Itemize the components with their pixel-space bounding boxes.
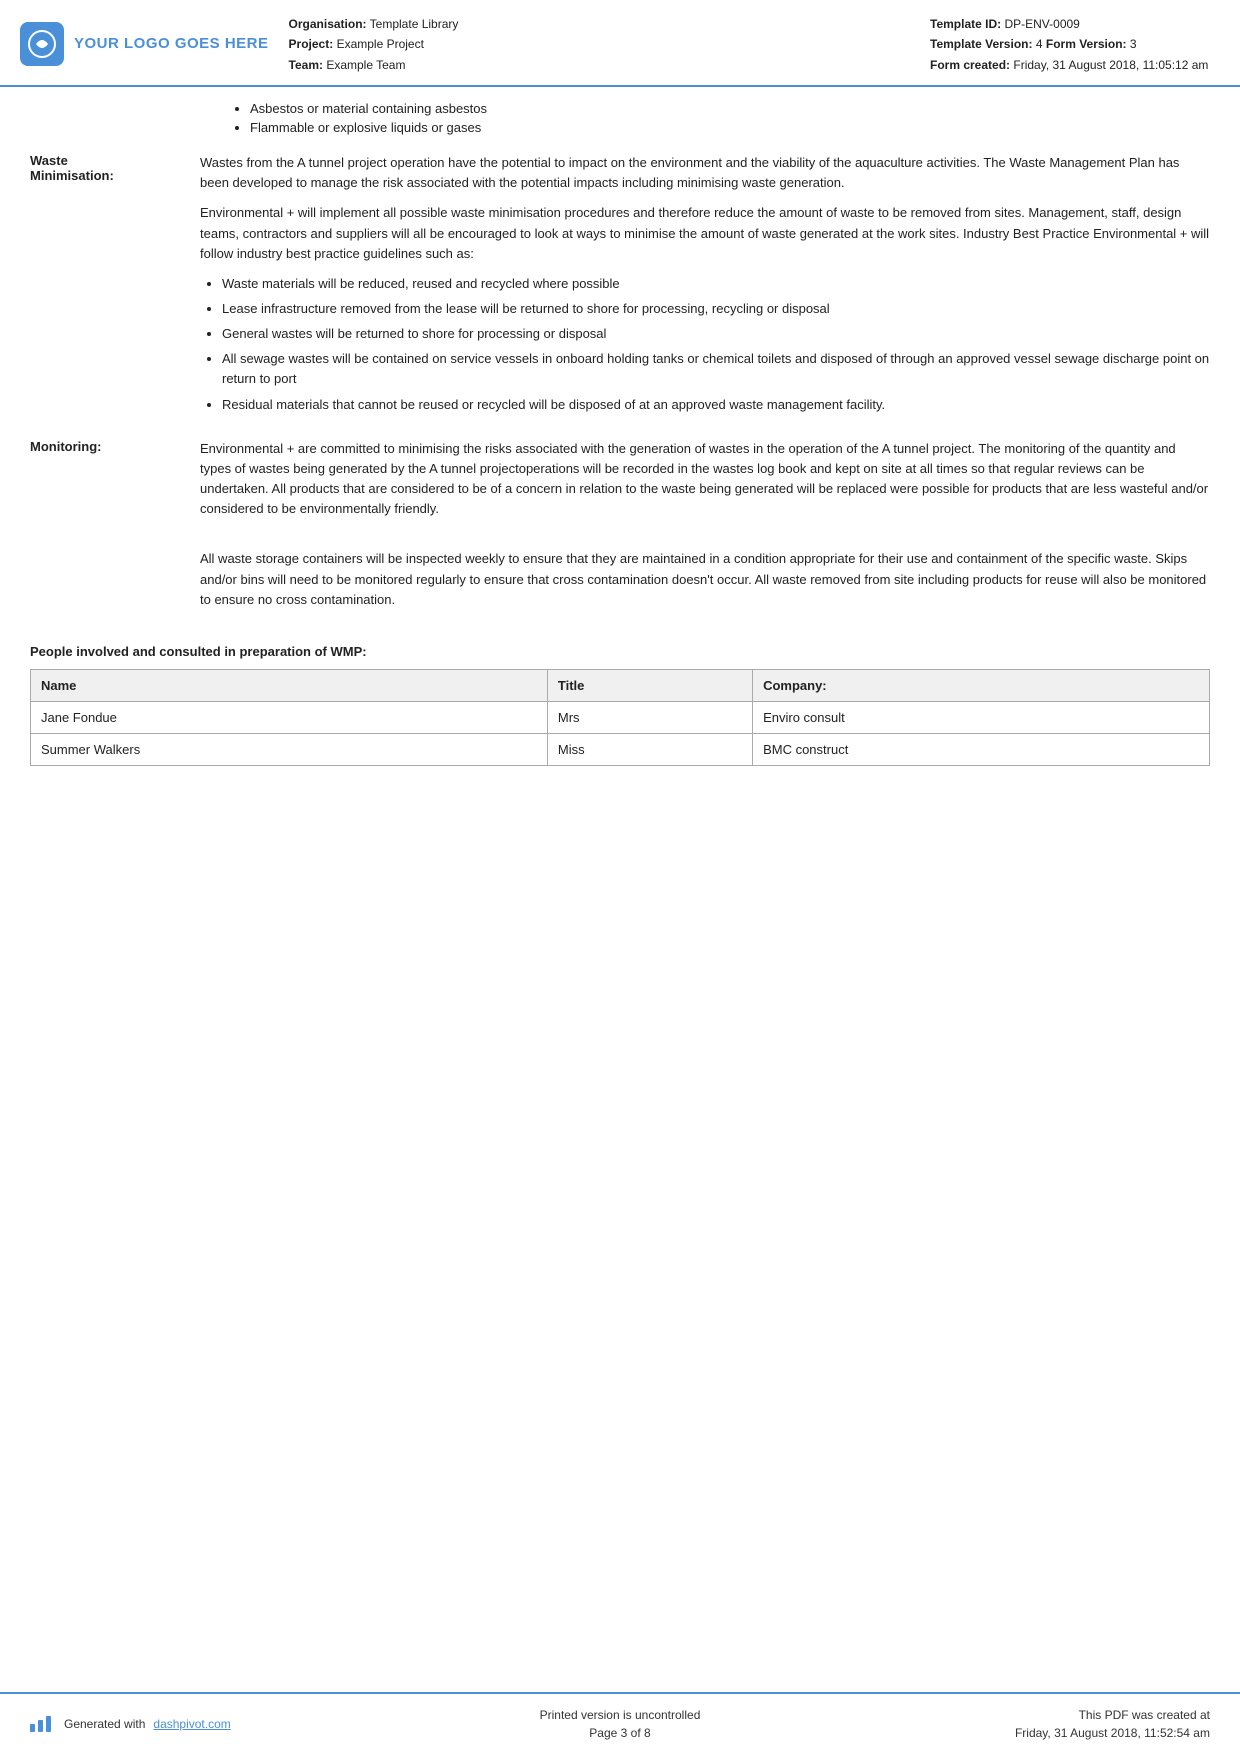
monitoring-label: Monitoring: <box>30 439 200 620</box>
template-id-line: Template ID: DP-ENV-0009 <box>930 14 1210 34</box>
project-label: Project: <box>289 37 334 51</box>
org-line: Organisation: Template Library <box>289 14 910 34</box>
list-item: Residual materials that cannot be reused… <box>222 395 1210 415</box>
footer-uncontrolled-text: Printed version is uncontrolled <box>423 1706 816 1724</box>
monitoring-paragraph-2: All waste storage containers will be ins… <box>200 549 1210 609</box>
dashpivot-icon <box>30 1716 52 1732</box>
waste-minimisation-label: WasteMinimisation: <box>30 153 200 425</box>
template-version-label: Template Version: <box>930 37 1032 51</box>
footer-pdf-created-label: This PDF was created at <box>817 1706 1210 1724</box>
team-line: Team: Example Team <box>289 55 910 75</box>
footer-right: This PDF was created at Friday, 31 Augus… <box>817 1706 1210 1742</box>
top-bullets-list: Asbestos or material containing asbestos… <box>230 101 1210 135</box>
table-row: Jane Fondue Mrs Enviro consult <box>31 701 1210 733</box>
list-item: Waste materials will be reduced, reused … <box>222 274 1210 294</box>
people-heading: People involved and consulted in prepara… <box>30 644 1210 659</box>
form-created-line: Form created: Friday, 31 August 2018, 11… <box>930 55 1210 75</box>
logo-icon <box>20 22 64 66</box>
person-title: Miss <box>547 733 752 765</box>
footer-left: Generated with dashpivot.com <box>30 1716 423 1732</box>
project-line: Project: Example Project <box>289 34 910 54</box>
team-value: Example Team <box>326 58 405 72</box>
monitoring-section: Monitoring: Environmental + are committe… <box>30 439 1210 620</box>
people-table-header: Name Title Company: <box>31 669 1210 701</box>
footer-center: Printed version is uncontrolled Page 3 o… <box>423 1706 816 1742</box>
list-item: All sewage wastes will be contained on s… <box>222 349 1210 389</box>
template-version-value: 4 <box>1036 37 1043 51</box>
people-table: Name Title Company: Jane Fondue Mrs Envi… <box>30 669 1210 766</box>
col-name-header: Name <box>31 669 548 701</box>
people-table-body: Jane Fondue Mrs Enviro consult Summer Wa… <box>31 701 1210 765</box>
team-label: Team: <box>289 58 323 72</box>
person-company: Enviro consult <box>753 701 1210 733</box>
table-header-row: Name Title Company: <box>31 669 1210 701</box>
monitoring-paragraph-1: Environmental + are committed to minimis… <box>200 439 1210 520</box>
form-version-value: 3 <box>1130 37 1137 51</box>
person-name: Summer Walkers <box>31 733 548 765</box>
org-label: Organisation: <box>289 17 367 31</box>
person-name: Jane Fondue <box>31 701 548 733</box>
monitoring-content: Environmental + are committed to minimis… <box>200 439 1210 620</box>
template-id-value: DP-ENV-0009 <box>1004 17 1079 31</box>
dashpivot-link[interactable]: dashpivot.com <box>153 1717 230 1731</box>
template-id-label: Template ID: <box>930 17 1001 31</box>
form-version-label: Form Version: <box>1046 37 1127 51</box>
footer-pdf-created-date: Friday, 31 August 2018, 11:52:54 am <box>817 1724 1210 1742</box>
main-content: Asbestos or material containing asbestos… <box>0 87 1240 786</box>
waste-paragraph-1: Wastes from the A tunnel project operati… <box>200 153 1210 193</box>
list-item: Asbestos or material containing asbestos <box>250 101 1210 116</box>
project-value: Example Project <box>337 37 424 51</box>
col-company-header: Company: <box>753 669 1210 701</box>
person-company: BMC construct <box>753 733 1210 765</box>
list-item: General wastes will be returned to shore… <box>222 324 1210 344</box>
waste-bullets-list: Waste materials will be reduced, reused … <box>200 274 1210 415</box>
footer-page-number: Page 3 of 8 <box>423 1724 816 1742</box>
page-footer: Generated with dashpivot.com Printed ver… <box>0 1692 1240 1754</box>
form-created-label: Form created: <box>930 58 1010 72</box>
people-section: People involved and consulted in prepara… <box>30 634 1210 786</box>
form-created-value: Friday, 31 August 2018, 11:05:12 am <box>1013 58 1208 72</box>
person-title: Mrs <box>547 701 752 733</box>
table-row: Summer Walkers Miss BMC construct <box>31 733 1210 765</box>
header-meta-center: Organisation: Template Library Project: … <box>289 12 910 75</box>
list-item: Lease infrastructure removed from the le… <box>222 299 1210 319</box>
waste-paragraph-2: Environmental + will implement all possi… <box>200 203 1210 263</box>
org-value: Template Library <box>370 17 459 31</box>
header-meta-right: Template ID: DP-ENV-0009 Template Versio… <box>930 12 1210 75</box>
col-title-header: Title <box>547 669 752 701</box>
template-version-line: Template Version: 4 Form Version: 3 <box>930 34 1210 54</box>
logo-area: YOUR LOGO GOES HERE <box>20 12 269 75</box>
list-item: Flammable or explosive liquids or gases <box>250 120 1210 135</box>
waste-minimisation-section: WasteMinimisation: Wastes from the A tun… <box>30 153 1210 425</box>
page-header: YOUR LOGO GOES HERE Organisation: Templa… <box>0 0 1240 87</box>
logo-text: YOUR LOGO GOES HERE <box>74 35 269 52</box>
generated-text: Generated with <box>64 1717 145 1731</box>
top-bullets-section: Asbestos or material containing asbestos… <box>30 87 1210 153</box>
waste-minimisation-content: Wastes from the A tunnel project operati… <box>200 153 1210 425</box>
